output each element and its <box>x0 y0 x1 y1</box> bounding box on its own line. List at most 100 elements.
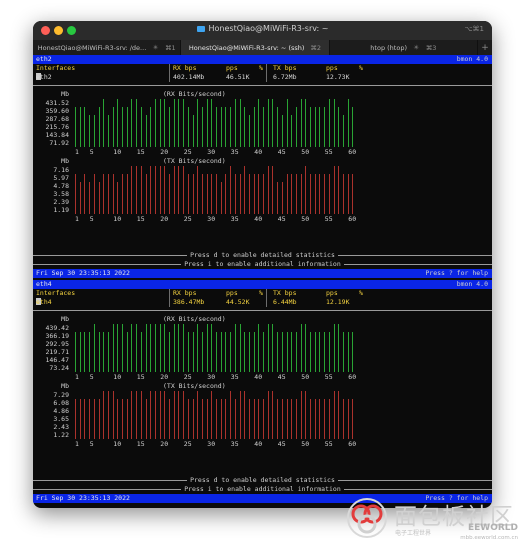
tx_graph-unit: Mb <box>61 157 69 165</box>
column-header: Interfaces RX bps pps% TX bps pps% <box>33 289 492 298</box>
tx_graph-unit: Mb <box>61 382 69 390</box>
tx_graph-bar <box>107 174 109 214</box>
tab-1[interactable]: HonestQiao@MiWiFi-R3-srv: /de... ✴ ⌘1 <box>33 40 182 55</box>
tx_graph-bar <box>277 399 279 439</box>
x-tick-label: 30 <box>207 148 216 156</box>
rx_graph-bar <box>154 324 156 372</box>
eeworld-logo-icon <box>347 498 387 538</box>
rx_graph-bar <box>225 332 227 372</box>
tx_graph-bar <box>234 399 236 439</box>
tab-2[interactable]: HonestQiao@MiWiFi-R3-srv: ~ (ssh) ⌘2 <box>181 40 330 55</box>
spinner-icon: ✴ <box>412 43 420 52</box>
x-tick-label: 50 <box>301 215 310 223</box>
rx_graph-bar <box>234 324 236 372</box>
tx_graph-bar <box>192 399 194 439</box>
tx_graph-bar <box>197 166 199 214</box>
rx_graph-bar <box>150 324 152 372</box>
row-rx-bps: 402.14Mb <box>173 73 205 81</box>
rx_graph-bar <box>333 99 335 147</box>
tx_graph-bar <box>216 399 217 439</box>
tx_graph-title: (TX Bits/second) <box>163 157 226 165</box>
rx_graph-bar <box>154 99 156 147</box>
tx_graph-bar <box>187 174 189 214</box>
tx_graph-bar <box>131 166 133 214</box>
rx_graph-ylabel: 143.84 <box>45 131 69 139</box>
tx_graph-bar <box>89 182 91 214</box>
rx_graph-bar <box>131 99 133 147</box>
rx_graph-bar <box>352 107 354 147</box>
rx_graph-bar <box>201 332 203 372</box>
tx_graph-bar <box>169 399 170 439</box>
tx_graph-bar <box>244 166 246 214</box>
interface-row[interactable]: eth2 402.14Mb 46.51K 6.72Mb 12.73K <box>33 73 492 82</box>
tx_graph-bar <box>295 399 297 439</box>
watermark-url: mbb.eeworld.com.cn <box>460 535 518 541</box>
x-tick-label: 25 <box>183 440 192 448</box>
x-tick-label: 35 <box>230 148 239 156</box>
notice-text: Press i to enable additional information <box>33 260 492 268</box>
tx_graph-bar <box>300 391 302 439</box>
title-bar: HonestQiao@MiWiFi-R3-srv: ~ ⌥⌘1 <box>33 21 492 41</box>
interface-row[interactable]: eth4 386.47Mb 44.52K 6.44Mb 12.19K <box>33 298 492 307</box>
new-tab-button[interactable]: + <box>478 40 492 55</box>
x-tick-label: 55 <box>324 215 333 223</box>
folder-icon <box>196 26 205 32</box>
notice2-line: Press i to enable additional information <box>33 260 492 269</box>
tx_graph-bar <box>201 399 203 439</box>
rx_graph-bar <box>197 99 199 147</box>
tab-3[interactable]: htop (htop) ✴ ⌘3 <box>330 40 478 55</box>
tx_graph-bar <box>281 399 283 439</box>
col-interfaces: Interfaces <box>36 289 76 297</box>
rx_graph-bar <box>169 107 170 147</box>
rx_graph-bar <box>230 332 232 372</box>
rx_graph-bar <box>211 324 213 372</box>
tab-label: HonestQiao@MiWiFi-R3-srv: ~ (ssh) <box>188 43 305 52</box>
rx_graph-bar <box>324 332 326 372</box>
x-tick-label: 15 <box>136 440 145 448</box>
rx_graph-bar <box>98 332 100 372</box>
tx_graph-bar <box>234 174 236 214</box>
x-tick-label: 25 <box>183 373 192 381</box>
rx_graph-bar <box>112 324 114 372</box>
tx_graph-bar <box>216 174 217 214</box>
rx_graph-bar <box>84 107 86 147</box>
tx_graph-bar <box>211 174 213 214</box>
rx_graph-bar <box>286 99 288 147</box>
rx_graph-bar <box>145 324 147 372</box>
x-tick-label: 35 <box>230 373 239 381</box>
tx_graph-bar <box>352 399 354 439</box>
rx_graph-bar <box>75 107 76 147</box>
x-tick-label: 5 <box>89 148 94 156</box>
tx_graph-bar <box>319 399 321 439</box>
rx_graph-bar <box>239 99 241 147</box>
eeworld-watermark: 面包板社区 电子工程世界 EEWORLD mbb.eeworld.com.cn <box>346 494 522 548</box>
tx_graph-bar <box>258 399 260 439</box>
x-tick-label: 40 <box>254 440 263 448</box>
tx_graph-bar <box>173 166 175 214</box>
rx_graph-bar <box>300 99 302 147</box>
tx_graph-bar <box>178 166 180 214</box>
rx_graph-bar <box>277 332 279 372</box>
rx_graph-bar <box>136 99 138 147</box>
rx_graph-ylabel: 292.95 <box>45 340 69 348</box>
tx_graph-bar <box>150 166 152 214</box>
tx_graph-bar <box>253 174 255 214</box>
rx_graph-bar <box>347 332 349 372</box>
rx_graph-bar <box>338 107 340 147</box>
rx_graph-bar <box>126 107 128 147</box>
rx_graph-bar <box>131 324 133 372</box>
tx_graph-bar <box>154 166 156 214</box>
tx_graph-bar <box>126 174 128 214</box>
rx_graph-bar <box>178 99 180 147</box>
tx_graph-bar <box>117 399 119 439</box>
bmon-version: bmon 4.0 <box>456 55 488 63</box>
rx_graph-bar <box>164 324 166 372</box>
x-tick-label: 45 <box>277 440 286 448</box>
tx_graph-bar <box>347 399 349 439</box>
x-tick-label: 40 <box>254 215 263 223</box>
rx_graph-bar <box>244 332 246 372</box>
tx_graph-bar <box>248 174 250 214</box>
rx_graph-bar <box>225 107 227 147</box>
detailed-stats-hint: Press d to enable detailed statistics <box>187 476 338 484</box>
rx_graph-bar <box>117 324 119 372</box>
